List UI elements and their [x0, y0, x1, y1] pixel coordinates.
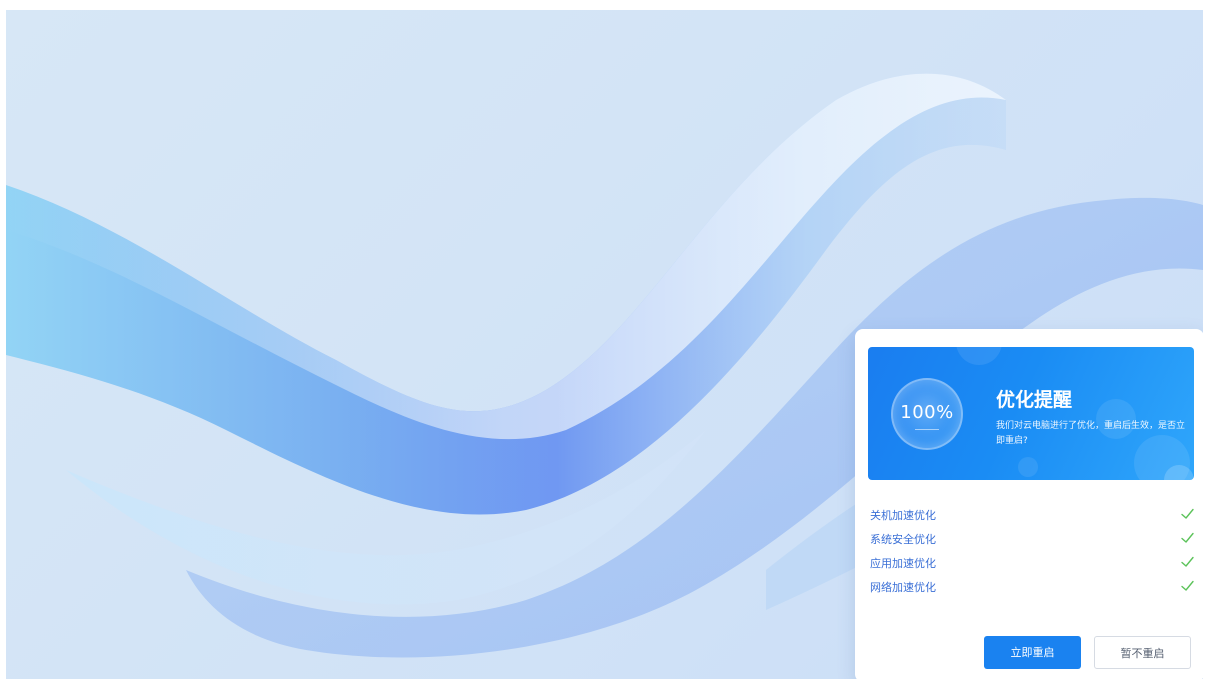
restart-later-button[interactable]: 暂不重启 [1094, 636, 1191, 669]
list-item: 系统安全优化 [870, 529, 1194, 553]
check-icon [1181, 532, 1194, 543]
check-icon [1181, 580, 1194, 591]
item-label: 应用加速优化 [870, 557, 936, 570]
list-item: 关机加速优化 [870, 505, 1194, 529]
optimization-list: 关机加速优化 系统安全优化 应用加速优化 网络加速优化 [870, 505, 1194, 601]
progress-value: 100% [900, 402, 954, 423]
dialog-title: 优化提醒 [996, 389, 1072, 411]
item-label: 网络加速优化 [870, 581, 936, 594]
dialog-header: 100% 优化提醒 我们对云电脑进行了优化，重启后生效，是否立即重启? [868, 347, 1194, 480]
dialog-title-text: 优化提醒 [996, 389, 1073, 411]
decorative-bubble [1018, 457, 1038, 477]
check-icon [1181, 508, 1194, 519]
list-item: 网络加速优化 [870, 577, 1194, 601]
decorative-bubble [956, 347, 1002, 365]
restart-now-button[interactable]: 立即重启 [984, 636, 1081, 669]
list-item: 应用加速优化 [870, 553, 1194, 577]
item-label: 关机加速优化 [870, 509, 936, 522]
dialog-description: 我们对云电脑进行了优化，重启后生效，是否立即重启? [996, 421, 1186, 446]
optimization-dialog: 100% 优化提醒 我们对云电脑进行了优化，重启后生效，是否立即重启? 关机加速… [855, 329, 1203, 679]
progress-ring: 100% [893, 380, 961, 448]
progress-underline [915, 429, 939, 430]
desktop: 100% 优化提醒 我们对云电脑进行了优化，重启后生效，是否立即重启? 关机加速… [6, 10, 1203, 679]
item-label: 系统安全优化 [870, 533, 936, 546]
check-icon [1181, 556, 1194, 567]
